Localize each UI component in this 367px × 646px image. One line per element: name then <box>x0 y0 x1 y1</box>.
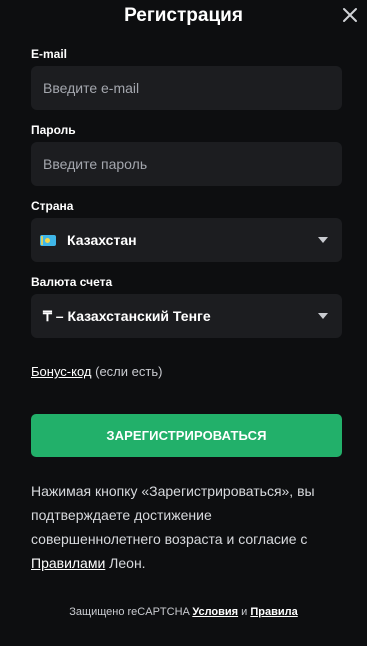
close-button[interactable] <box>341 6 359 24</box>
country-label: Страна <box>31 199 74 213</box>
page-title: Регистрация <box>124 5 243 26</box>
password-field-box[interactable] <box>31 142 342 186</box>
chevron-down-icon <box>318 237 328 243</box>
bonus-code-suffix: (если есть) <box>91 364 163 379</box>
chevron-down-icon <box>318 313 328 319</box>
currency-value: ₸ – Казахстанский Тенге <box>43 307 211 324</box>
country-group: Страна Казахстан <box>31 199 342 262</box>
recaptcha-rules-link[interactable]: Правила <box>250 606 297 618</box>
currency-select[interactable]: ₸ – Казахстанский Тенге <box>31 294 342 338</box>
register-button[interactable]: ЗАРЕГИСТРИРОВАТЬСЯ <box>31 414 342 457</box>
currency-label: Валюта счета <box>31 275 113 289</box>
email-group: E-mail <box>31 47 342 110</box>
consent-text: Нажимая кнопку «Зарегистрироваться», вы … <box>31 479 343 575</box>
close-icon <box>343 8 357 22</box>
country-value: Казахстан <box>67 232 137 248</box>
consent-text-before: Нажимая кнопку «Зарегистрироваться», вы … <box>31 483 315 547</box>
rules-link[interactable]: Правилами <box>31 555 105 571</box>
recaptcha-and: и <box>238 606 251 618</box>
recaptcha-notice: Защищено reCAPTCHA Условия и Правила <box>0 606 367 618</box>
bonus-code-row: Бонус-код (если есть) <box>31 364 162 379</box>
password-field[interactable] <box>43 156 330 172</box>
bonus-code-link[interactable]: Бонус-код <box>31 364 92 379</box>
currency-group: Валюта счета ₸ – Казахстанский Тенге <box>31 275 342 338</box>
password-label: Пароль <box>31 123 76 137</box>
email-label: E-mail <box>31 47 68 61</box>
password-group: Пароль <box>31 123 342 186</box>
kazakhstan-flag-icon <box>40 234 56 246</box>
recaptcha-terms-link[interactable]: Условия <box>192 606 238 618</box>
country-select[interactable]: Казахстан <box>31 218 342 262</box>
recaptcha-prefix: Защищено reCAPTCHA <box>69 606 193 618</box>
consent-text-after: Леон. <box>105 555 146 571</box>
email-field-box[interactable] <box>31 66 342 110</box>
modal-header: Регистрация <box>0 0 367 34</box>
email-field[interactable] <box>43 80 330 96</box>
